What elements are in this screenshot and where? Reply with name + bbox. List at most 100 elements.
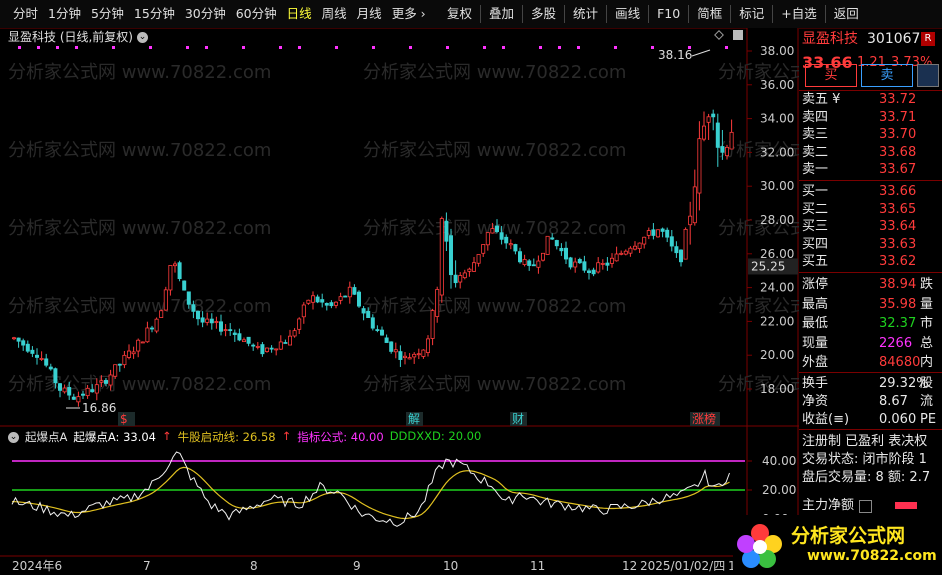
period-tab-9[interactable]: 更多 › <box>387 0 431 28</box>
signal-dot <box>279 46 282 49</box>
buy-button[interactable]: 买 <box>805 64 857 87</box>
candle-body <box>169 265 172 290</box>
stock-header: 显盈科技 301067 R <box>799 28 942 50</box>
signal-dot <box>75 46 78 49</box>
indicator-toggle-icon[interactable]: ⌄ <box>8 432 19 443</box>
candle-body <box>440 219 443 295</box>
period-tab-7[interactable]: 周线 <box>317 0 352 28</box>
candle-body <box>247 337 250 343</box>
toolbar-divider <box>480 5 481 23</box>
tool-button-9[interactable]: 返回 <box>829 0 864 28</box>
indicator-name: 起爆点A <box>25 429 67 445</box>
ask-value: 33.70 <box>879 126 916 144</box>
indicator-axis-label: 40.00 <box>762 454 796 468</box>
candle-body <box>256 346 259 347</box>
tool-button-6[interactable]: 简框 <box>692 0 727 28</box>
signal-dot <box>725 46 728 49</box>
candle-body <box>555 240 558 245</box>
candle-body <box>238 334 241 340</box>
period-tab-0[interactable]: 分时 <box>8 0 43 28</box>
toolbar-divider <box>730 5 731 23</box>
period-tab-3[interactable]: 15分钟 <box>129 0 180 28</box>
candle-body <box>371 318 374 328</box>
candle-body <box>91 390 94 392</box>
candle-body <box>505 237 508 243</box>
price-axis-label: 32.00 <box>760 145 794 159</box>
stat2-row: 净资 8.67 流 <box>799 393 942 411</box>
stat-tail: 跌 <box>920 276 933 294</box>
candle-body <box>206 319 209 322</box>
signal-dot <box>37 46 40 49</box>
tool-button-8[interactable]: +自选 <box>776 0 821 28</box>
period-tab-5[interactable]: 60分钟 <box>231 0 282 28</box>
candle-body <box>638 243 641 249</box>
kline-chart[interactable]: 分析家公式网 www.70822.com 分析家公式网 www.70822.com… <box>0 28 799 575</box>
signal-dot <box>558 46 561 49</box>
window-toggle-icon[interactable] <box>733 30 743 40</box>
stat-label: 最低 <box>802 315 828 333</box>
candle-body <box>330 303 333 306</box>
stat2-value: 0.060 <box>879 411 916 429</box>
tool-button-3[interactable]: 统计 <box>568 0 603 28</box>
period-tab-1[interactable]: 1分钟 <box>43 0 86 28</box>
bid-value: 33.63 <box>879 236 916 254</box>
candle-body <box>725 147 728 155</box>
indicator-axis-label: 20.00 <box>762 483 796 497</box>
sell-button[interactable]: 卖 <box>861 64 913 87</box>
candle-body <box>385 338 388 343</box>
signal-dot <box>298 46 301 49</box>
tool-button-7[interactable]: 标记 <box>734 0 769 28</box>
candle-body <box>362 309 365 313</box>
bid-label: 买五 <box>802 253 828 271</box>
candle-body <box>390 342 393 352</box>
candle-body <box>12 338 15 339</box>
stat-value: 32.37 <box>879 315 916 333</box>
x-axis-label: 12 <box>622 559 637 573</box>
stat-row: 现量 2266 总 <box>799 335 942 353</box>
candle-body <box>22 341 25 345</box>
list-icon[interactable] <box>859 500 872 513</box>
candle-body <box>233 333 236 335</box>
candle-body <box>606 263 609 265</box>
tool-button-2[interactable]: 多股 <box>526 0 561 28</box>
period-tab-8[interactable]: 月线 <box>352 0 387 28</box>
period-tab-6[interactable]: 日线 <box>282 0 317 28</box>
period-tab-2[interactable]: 5分钟 <box>86 0 129 28</box>
tool-button-4[interactable]: 画线 <box>610 0 645 28</box>
current-price-label: 25.25 <box>751 259 785 273</box>
candle-body <box>394 350 397 352</box>
stat2-tail: PE <box>920 411 936 429</box>
candle-body <box>495 226 498 232</box>
site-logo: 分析家公式网 www.70822.com <box>733 515 939 575</box>
toolbar-divider <box>772 5 773 23</box>
candle-body <box>518 252 521 262</box>
candle-body <box>357 292 360 306</box>
stat-tail: 量 <box>920 296 933 314</box>
candle-body <box>201 318 204 322</box>
candle-body <box>348 287 351 297</box>
indicator-value-2: 指标公式: 40.00 <box>297 429 383 445</box>
tool-button-0[interactable]: 复权 <box>442 0 477 28</box>
stat-value: 2266 <box>879 335 912 353</box>
period-tab-4[interactable]: 30分钟 <box>180 0 231 28</box>
candle-body <box>252 345 255 346</box>
bid-value: 33.62 <box>879 253 916 271</box>
candle-body <box>615 254 618 261</box>
tool-button-5[interactable]: F10 <box>652 0 685 28</box>
candle-body <box>31 350 34 353</box>
ask-value: 33.71 <box>879 109 916 127</box>
diamond-icon[interactable] <box>715 31 723 39</box>
bid-row: 买一 33.66 <box>799 183 942 201</box>
signal-dot <box>372 46 375 49</box>
candle-body <box>141 342 144 343</box>
candle-body <box>652 230 655 236</box>
candle-body <box>675 247 678 253</box>
quote-panel: 显盈科技 301067 R 33.66 1.21 3.73% 买 卖 卖五 ¥3… <box>799 28 942 575</box>
candle-body <box>486 233 489 245</box>
stat-tail: 内 <box>920 354 933 372</box>
trade-panel-icon[interactable] <box>917 64 939 87</box>
bid-row: 买三 33.64 <box>799 218 942 236</box>
tool-button-1[interactable]: 叠加 <box>484 0 519 28</box>
candle-body <box>298 319 301 329</box>
ask-row: 卖二 33.68 <box>799 144 942 162</box>
